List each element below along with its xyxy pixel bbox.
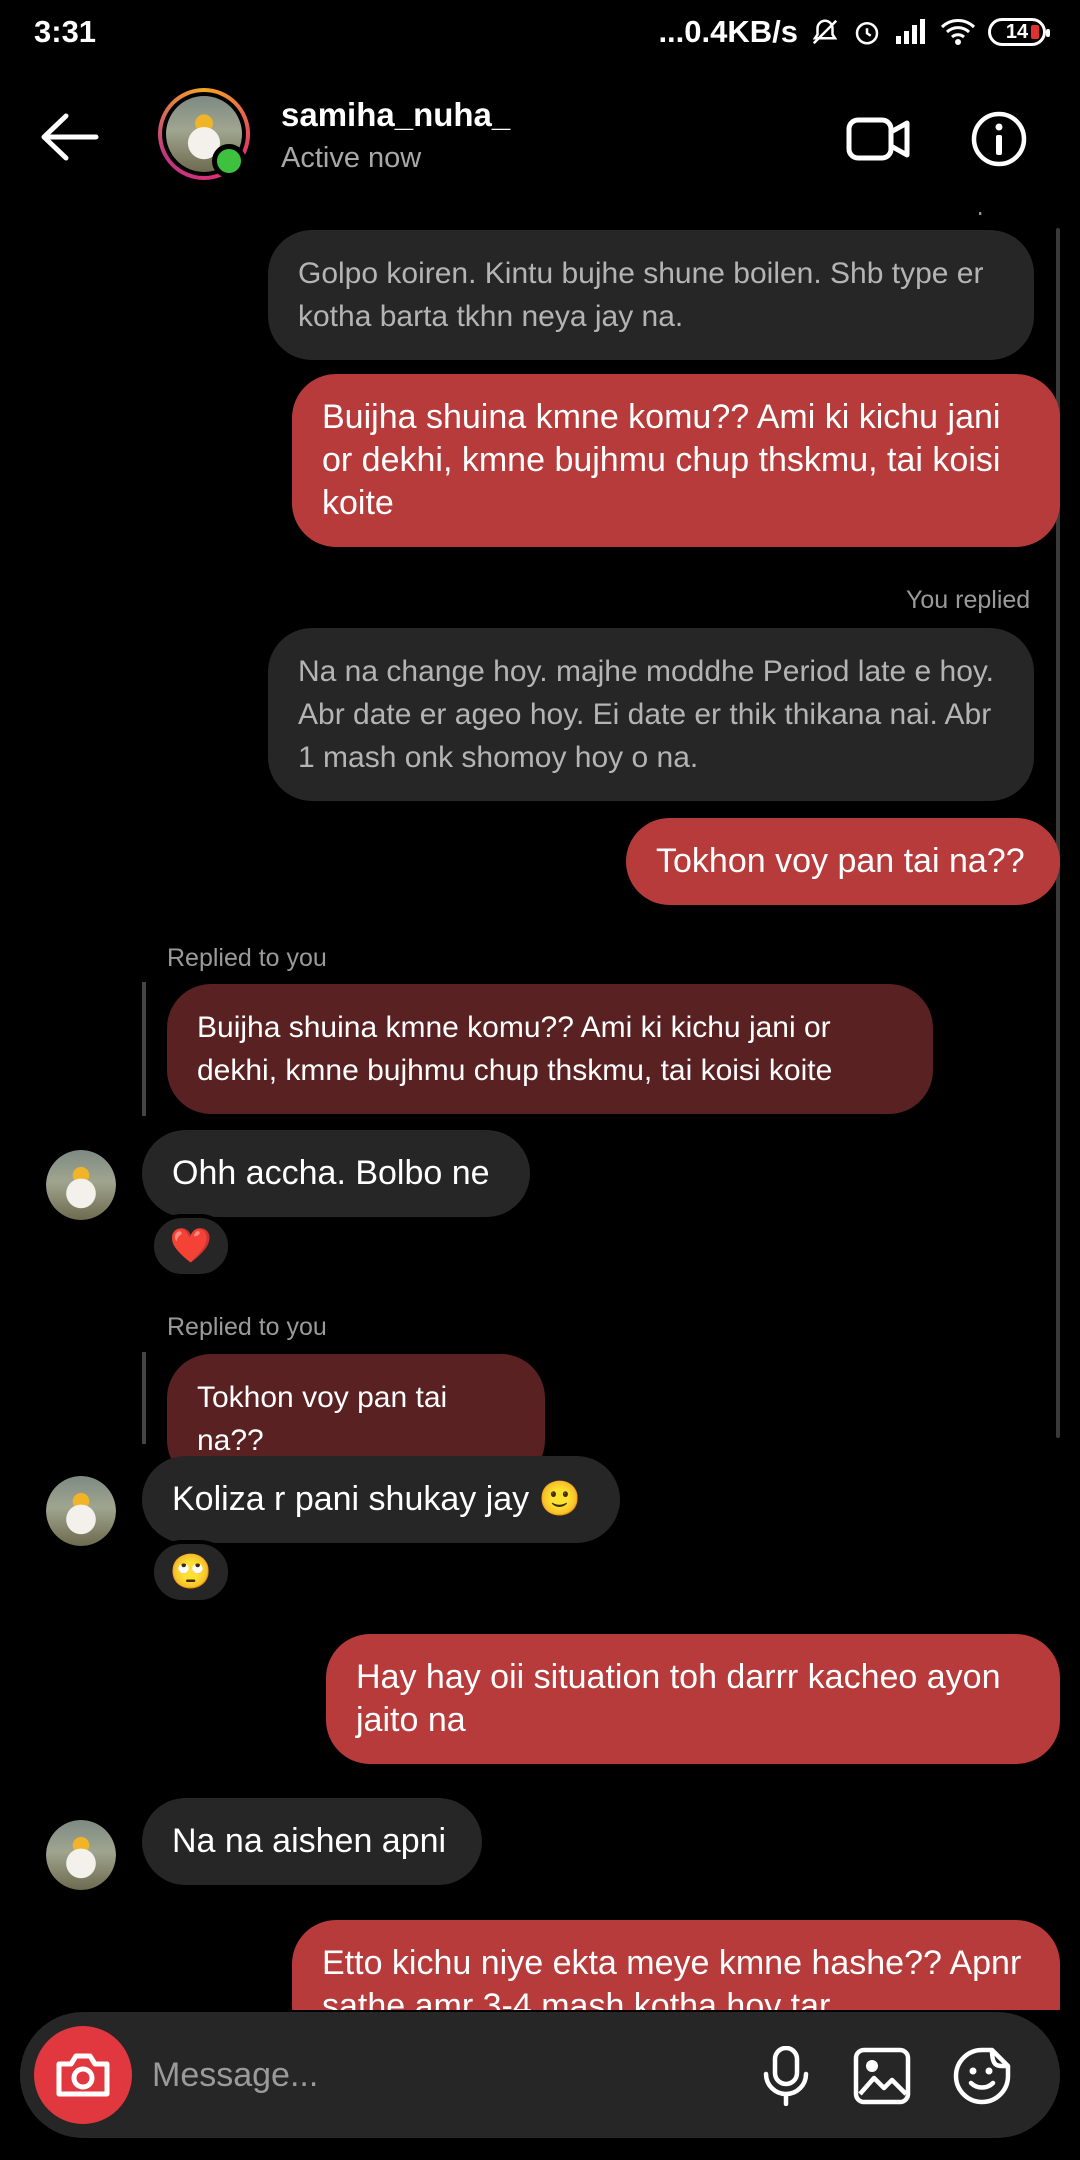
avatar[interactable] [46, 1150, 116, 1220]
message-composer [20, 2012, 1060, 2138]
avatar[interactable] [46, 1820, 116, 1890]
replied-to-you-label: Replied to you [167, 1313, 327, 1341]
wifi-icon [940, 19, 976, 45]
you-replied-label: You replied [906, 586, 1031, 614]
mute-bell-icon [812, 19, 838, 45]
reply-quote-line [142, 1352, 146, 1444]
heart-reaction-icon[interactable]: ❤️ [150, 1214, 232, 1278]
microphone-icon[interactable] [758, 2046, 814, 2106]
signal-icon [896, 19, 925, 44]
status-icons: ...0.4KB/s 14 [658, 14, 1050, 50]
gallery-icon[interactable] [852, 2046, 912, 2106]
active-status: Active now [281, 142, 422, 174]
battery-icon: 14 [988, 18, 1050, 46]
video-call-icon[interactable] [845, 112, 911, 166]
quoted-message[interactable]: Golpo koiren. Kintu bujhe shune boilen. … [268, 230, 1034, 360]
camera-button[interactable] [34, 2026, 132, 2124]
my-message[interactable]: Etto kichu niye ekta meye kmne hashe?? A… [292, 1920, 1060, 2010]
message-input[interactable] [152, 2040, 722, 2110]
status-bar: 3:31 ...0.4KB/s 14 [0, 0, 1080, 64]
message-thread[interactable]: You replied Golpo koiren. Kintu bujhe sh… [0, 200, 1080, 2010]
their-message[interactable]: Ohh accha. Bolbo ne [142, 1130, 530, 1217]
alarm-icon [855, 22, 879, 45]
reply-quote-line [142, 982, 146, 1116]
avatar[interactable] [46, 1476, 116, 1546]
contact-name[interactable]: samiha_nuha_ [281, 96, 510, 134]
quoted-message[interactable]: Na na change hoy. majhe moddhe Period la… [268, 628, 1034, 801]
battery-level: 14 [1005, 20, 1029, 43]
my-message[interactable]: Buijha shuina kmne komu?? Ami ki kichu j… [292, 374, 1060, 547]
sticker-icon[interactable] [952, 2046, 1012, 2106]
back-arrow-icon[interactable] [40, 112, 100, 162]
camera-icon [56, 2053, 110, 2097]
online-indicator [212, 144, 246, 178]
quoted-message[interactable]: Buijha shuina kmne komu?? Ami ki kichu j… [167, 984, 933, 1114]
network-speed: ...0.4KB/s [658, 14, 798, 49]
their-message[interactable]: Koliza r pani shukay jay 🙂 [142, 1456, 620, 1543]
info-icon[interactable] [970, 110, 1028, 168]
my-message[interactable]: Tokhon voy pan tai na?? [626, 818, 1060, 905]
my-message[interactable]: Hay hay oii situation toh darrr kacheo a… [326, 1634, 1060, 1764]
chat-header: samiha_nuha_ Active now [0, 64, 1080, 212]
eye-roll-reaction-icon[interactable]: 🙄 [150, 1540, 232, 1604]
replied-to-you-label: Replied to you [167, 944, 327, 972]
their-message[interactable]: Na na aishen apni [142, 1798, 482, 1885]
status-time: 3:31 [34, 14, 97, 49]
